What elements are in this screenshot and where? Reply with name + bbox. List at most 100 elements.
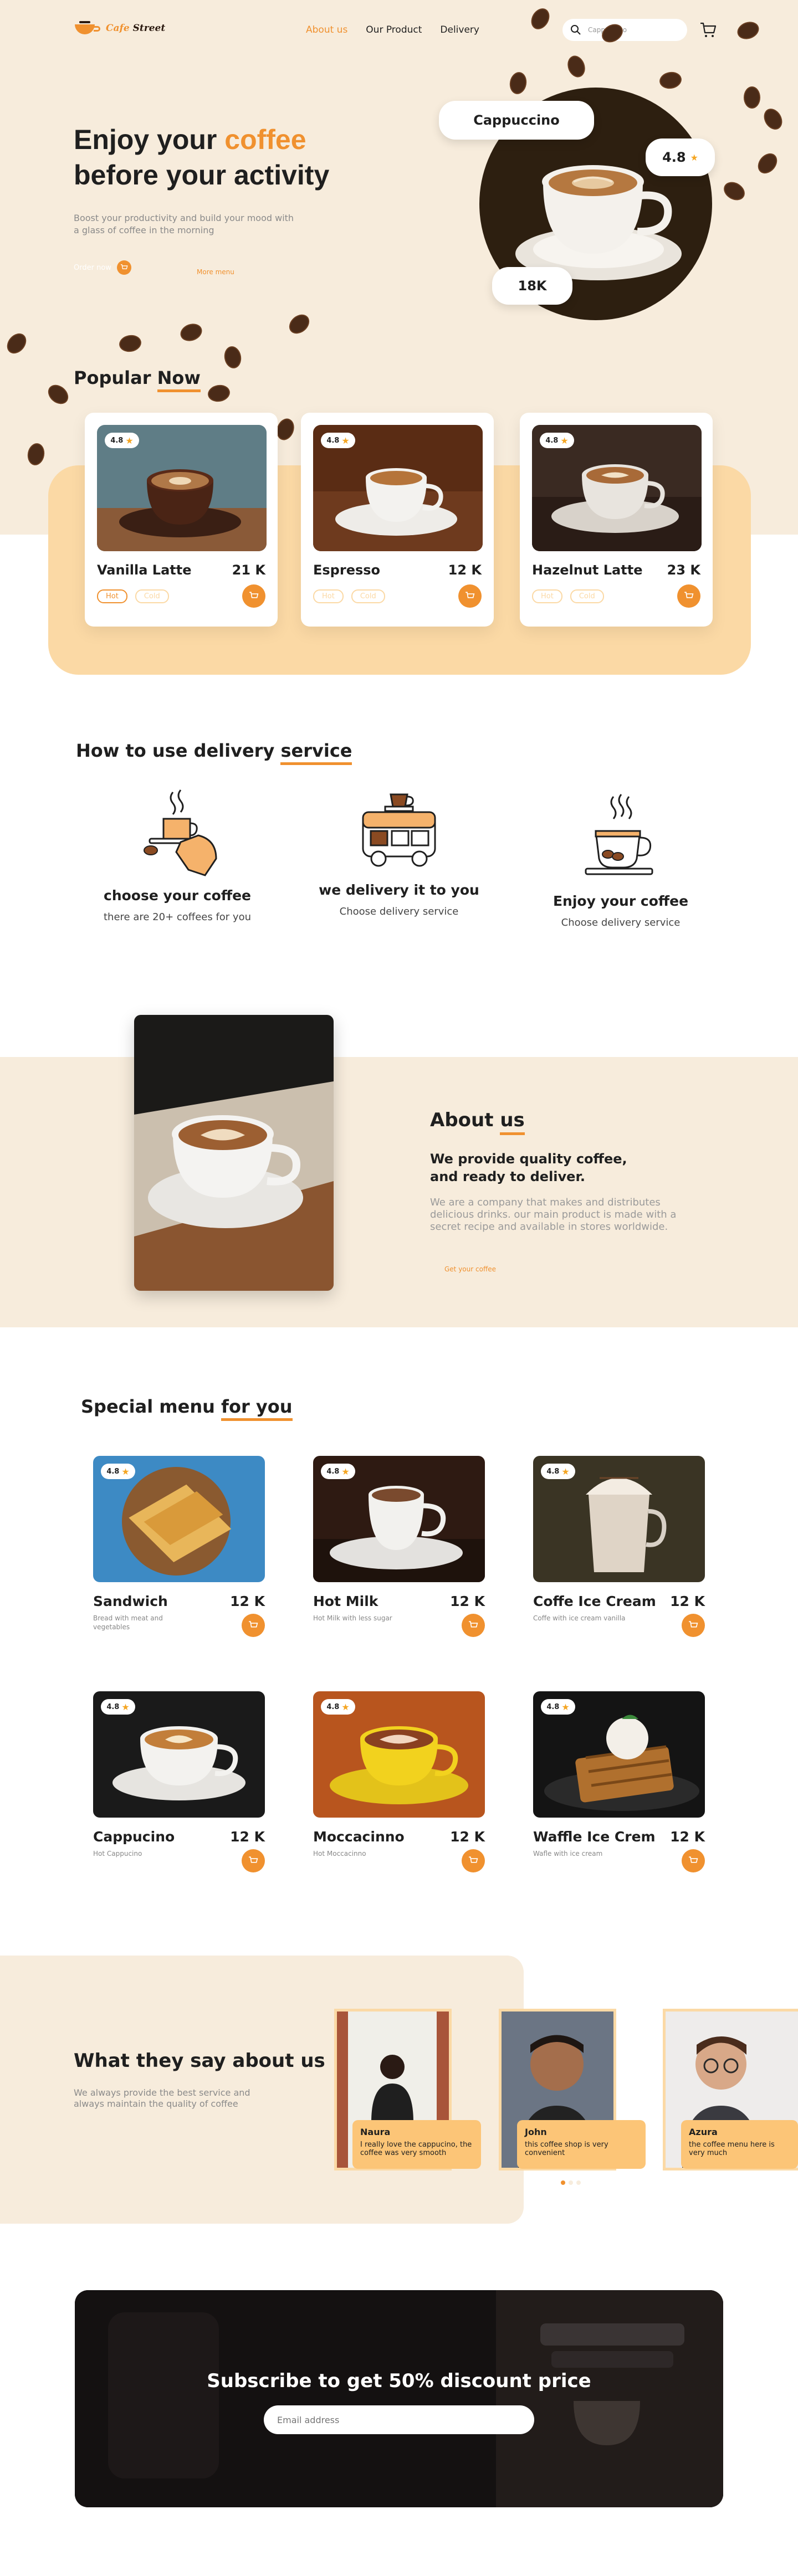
testimonial-quote: this coffee shop is very convenient	[525, 2141, 608, 2157]
product-card[interactable]: 4.8 ★ Espresso 12 K Hot Cold	[301, 413, 494, 627]
product-name: Vanilla Latte	[97, 562, 192, 578]
product-price: 23 K	[667, 562, 700, 578]
main-nav: About us Our Product Delivery	[306, 24, 479, 35]
product-price: 21 K	[232, 562, 265, 578]
nav-link-delivery[interactable]: Delivery	[440, 24, 479, 35]
cold-option[interactable]: Cold	[351, 589, 385, 603]
how-step: choose your coffee there are 20+ coffees…	[86, 787, 269, 923]
product-card[interactable]: 4.8 ★ Vanilla Latte 21 K Hot Cold	[85, 413, 278, 627]
product-image: 4.8 ★	[532, 425, 702, 551]
add-to-cart-button[interactable]	[677, 584, 700, 608]
cart-icon	[249, 592, 259, 598]
subscribe-banner	[75, 2290, 723, 2507]
rating-badge: 4.8 ★	[321, 1699, 355, 1715]
add-to-cart-button[interactable]	[242, 1849, 265, 1872]
how-step: we delivery it to you Choose delivery se…	[308, 787, 490, 917]
menu-desc: Wafle with ice cream	[533, 1850, 603, 1857]
menu-price: 12 K	[230, 1593, 265, 1609]
hero-subtitle: Boost your productivity and build your m…	[74, 213, 294, 235]
add-to-cart-button[interactable]	[462, 1849, 485, 1872]
add-to-cart-button[interactable]	[458, 584, 482, 608]
cart-icon	[249, 1621, 258, 1628]
testimonial-card[interactable]: Naura I really love the cappucino, the c…	[334, 2009, 481, 2170]
get-coffee-link[interactable]: Get your coffee	[444, 1265, 496, 1273]
menu-price: 12 K	[670, 1829, 705, 1845]
menu-name: Hot Milk	[313, 1593, 378, 1609]
star-icon: ★	[561, 1701, 570, 1712]
cart-icon	[689, 1856, 698, 1863]
star-icon: ★	[341, 435, 350, 446]
star-icon: ★	[690, 152, 698, 163]
carousel-dot[interactable]	[569, 2180, 573, 2185]
add-to-cart-button[interactable]	[462, 1614, 485, 1637]
order-now-label: Order now	[74, 263, 111, 272]
hot-option[interactable]: Hot	[97, 589, 127, 603]
menu-card[interactable]: 4.8 ★ Coffe Ice Cream 12 K Coffe with ice …	[533, 1456, 705, 1637]
cold-option[interactable]: Cold	[135, 589, 169, 603]
testimonial-quote: I really love the cappucino, the coffee …	[360, 2141, 472, 2157]
rating-badge: 4.8 ★	[540, 433, 574, 448]
rating-badge: 4.8 ★	[321, 1464, 355, 1479]
about-image	[134, 1015, 334, 1291]
star-icon: ★	[121, 1466, 130, 1477]
menu-card[interactable]: 4.8 ★ Waffle Ice Crem 12 K Wafle with ice …	[533, 1691, 705, 1872]
search-icon	[571, 25, 581, 35]
popular-title: Popular Now	[74, 367, 201, 392]
hot-option[interactable]: Hot	[313, 589, 344, 603]
star-icon: ★	[561, 1466, 570, 1477]
testimonial-bubble: John this coffee shop is very convenient	[517, 2120, 646, 2169]
add-to-cart-button[interactable]	[682, 1849, 705, 1872]
order-now-button[interactable]: Order now	[74, 260, 131, 275]
rating-badge: 4.8 ★	[105, 433, 139, 448]
cold-option[interactable]: Cold	[570, 589, 604, 603]
how-step-desc: Choose delivery service	[339, 906, 459, 917]
menu-name: Waffle Ice Crem	[533, 1829, 656, 1845]
add-to-cart-button[interactable]	[242, 1614, 265, 1637]
product-card[interactable]: 4.8 ★ Hazelnut Latte 23 K Hot Cold	[520, 413, 713, 627]
coffee-cup-icon	[75, 21, 100, 35]
menu-name: Cappucino	[93, 1829, 175, 1845]
logo[interactable]: Cafe Street	[75, 21, 165, 35]
testimonial-card[interactable]: John this coffee shop is very convenient	[499, 2009, 646, 2170]
testimonial-bubble: Azura the coffee menu here is very much	[681, 2120, 798, 2169]
cart-icon	[466, 592, 475, 598]
menu-desc: Coffe with ice cream vanilla	[533, 1614, 626, 1622]
hero-product-badge: Cappuccino	[439, 101, 594, 140]
hot-option[interactable]: Hot	[532, 589, 562, 603]
menu-card[interactable]: 4.8 ★ Cappucino 12 K Hot Cappucino	[93, 1691, 265, 1872]
search-input[interactable]	[588, 26, 677, 34]
about-title: About us	[430, 1109, 525, 1135]
carousel-dot[interactable]	[576, 2180, 581, 2185]
carousel-dot[interactable]	[561, 2180, 565, 2185]
menu-image: 4.8 ★	[533, 1691, 705, 1818]
menu-card[interactable]: 4.8 ★ Sandwich 12 K Bread with meat and ve…	[93, 1456, 265, 1637]
email-input[interactable]	[264, 2405, 534, 2434]
about-heading: We provide quality coffee, and ready to d…	[430, 1151, 627, 1184]
star-icon: ★	[341, 1701, 350, 1712]
add-to-cart-button[interactable]	[682, 1614, 705, 1637]
menu-price: 12 K	[450, 1829, 485, 1845]
menu-name: Moccacinno	[313, 1829, 405, 1845]
testimonial-name: Azura	[689, 2127, 718, 2137]
menu-price: 12 K	[450, 1593, 485, 1609]
product-image: 4.8 ★	[97, 425, 267, 551]
testimonials-title: What they say about us	[74, 2050, 325, 2072]
coffee-bean-icon	[744, 86, 760, 109]
cart-icon	[116, 260, 131, 275]
menu-image: 4.8 ★	[93, 1691, 265, 1818]
menu-card[interactable]: 4.8 ★ Hot Milk 12 K Hot Milk with less sug…	[313, 1456, 485, 1637]
star-icon: ★	[121, 1701, 130, 1712]
search-box[interactable]	[562, 19, 687, 41]
how-step-desc: there are 20+ coffees for you	[104, 911, 251, 923]
how-step-desc: Choose delivery service	[561, 917, 681, 928]
nav-link-about[interactable]: About us	[306, 24, 347, 35]
more-menu-link[interactable]: More menu	[197, 268, 234, 276]
testimonial-card[interactable]: Azura the coffee menu here is very much	[663, 2009, 798, 2170]
special-title: Special menu for you	[81, 1396, 293, 1421]
cart-icon[interactable]	[699, 21, 717, 39]
menu-card[interactable]: 4.8 ★ Moccacinno 12 K Hot Moccacinno	[313, 1691, 485, 1872]
testimonial-bubble: Naura I really love the cappucino, the c…	[352, 2120, 481, 2169]
add-to-cart-button[interactable]	[242, 584, 265, 608]
nav-link-product[interactable]: Our Product	[366, 24, 422, 35]
how-step-title: Enjoy your coffee	[553, 893, 689, 909]
